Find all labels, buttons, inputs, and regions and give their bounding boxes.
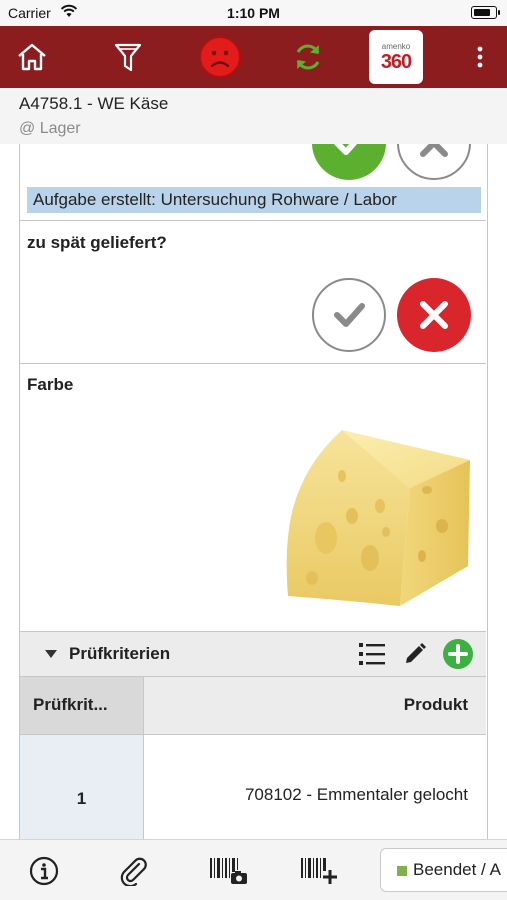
record-title: A4758.1 - WE Käse <box>19 94 169 113</box>
attachment-button[interactable] <box>117 854 151 888</box>
answer-no-button-selected[interactable] <box>397 278 471 352</box>
color-label: Farbe <box>27 375 74 394</box>
paperclip-icon <box>120 857 147 886</box>
edit-button[interactable] <box>400 639 430 669</box>
plus-circle-icon <box>443 639 473 669</box>
task-created-notice: Aufgabe erstellt: Untersuchung Rohware /… <box>27 187 481 213</box>
list-icon <box>359 643 385 665</box>
collapse-triangle-icon[interactable] <box>45 650 57 658</box>
filter-button[interactable] <box>106 26 150 88</box>
form-content[interactable]: Aufgabe erstellt: Untersuchung Rohware /… <box>19 144 488 839</box>
answer-yes-button[interactable] <box>312 278 386 352</box>
table-row-product[interactable]: 708102 - Emmentaler gelocht <box>144 735 486 839</box>
list-view-button[interactable] <box>357 639 387 669</box>
question-label: zu spät geliefert? <box>27 233 167 252</box>
check-icon <box>334 144 358 155</box>
subgrid-title[interactable]: Prüfkriterien <box>69 644 170 664</box>
logo-main-text: 360 <box>380 50 412 73</box>
cheese-image[interactable] <box>282 428 472 610</box>
add-record-button[interactable] <box>443 639 473 669</box>
record-location: @ Lager <box>19 120 81 137</box>
sad-face-icon <box>199 36 241 78</box>
battery-icon <box>471 6 500 19</box>
close-icon <box>420 301 448 329</box>
record-header: A4758.1 - WE Käse @ Lager <box>0 88 507 144</box>
column-header-product[interactable]: Produkt <box>144 677 486 735</box>
app-logo-button[interactable]: amenko 360 <box>368 26 424 88</box>
table-row-number[interactable]: 1 <box>20 735 144 839</box>
color-section: Farbe <box>20 364 486 632</box>
more-vertical-icon <box>477 46 483 68</box>
status-label: Beendet / A <box>413 860 501 879</box>
previous-question-section: Aufgabe erstellt: Untersuchung Rohware /… <box>20 144 486 221</box>
pencil-icon <box>406 643 426 663</box>
battery-fill <box>474 9 490 16</box>
logo-top-text: amenko <box>381 41 411 51</box>
question-section-late-delivery: zu spät geliefert? <box>20 221 486 364</box>
amenko-360-logo: amenko 360 <box>369 30 423 84</box>
mood-button[interactable] <box>196 26 244 88</box>
answer-no-button[interactable] <box>397 144 471 180</box>
status-dropdown[interactable]: Beendet / A <box>380 848 507 892</box>
more-menu-button[interactable] <box>468 26 492 88</box>
home-icon <box>18 43 46 71</box>
scan-barcode-camera-button[interactable] <box>208 854 248 888</box>
answer-yes-button-selected[interactable] <box>312 144 386 180</box>
barcode-camera-icon <box>210 858 247 884</box>
info-button[interactable] <box>27 854 61 888</box>
info-icon <box>29 856 59 886</box>
status-bar: Carrier 1:10 PM <box>0 0 507 26</box>
status-color-indicator <box>397 866 407 876</box>
column-header-criteria[interactable]: Prüfkrit... <box>20 677 144 735</box>
top-toolbar: amenko 360 <box>0 26 507 88</box>
home-button[interactable] <box>10 26 54 88</box>
bottom-toolbar: Beendet / A <box>0 839 507 900</box>
check-icon <box>334 303 365 327</box>
sync-icon <box>296 44 320 70</box>
sync-button[interactable] <box>286 26 330 88</box>
clock: 1:10 PM <box>227 5 280 21</box>
close-icon <box>420 144 448 157</box>
filter-icon <box>114 43 142 72</box>
barcode-add-icon <box>301 858 337 884</box>
subgrid-header[interactable]: Prüfkriterien <box>20 632 486 677</box>
add-barcode-button[interactable] <box>299 854 339 888</box>
